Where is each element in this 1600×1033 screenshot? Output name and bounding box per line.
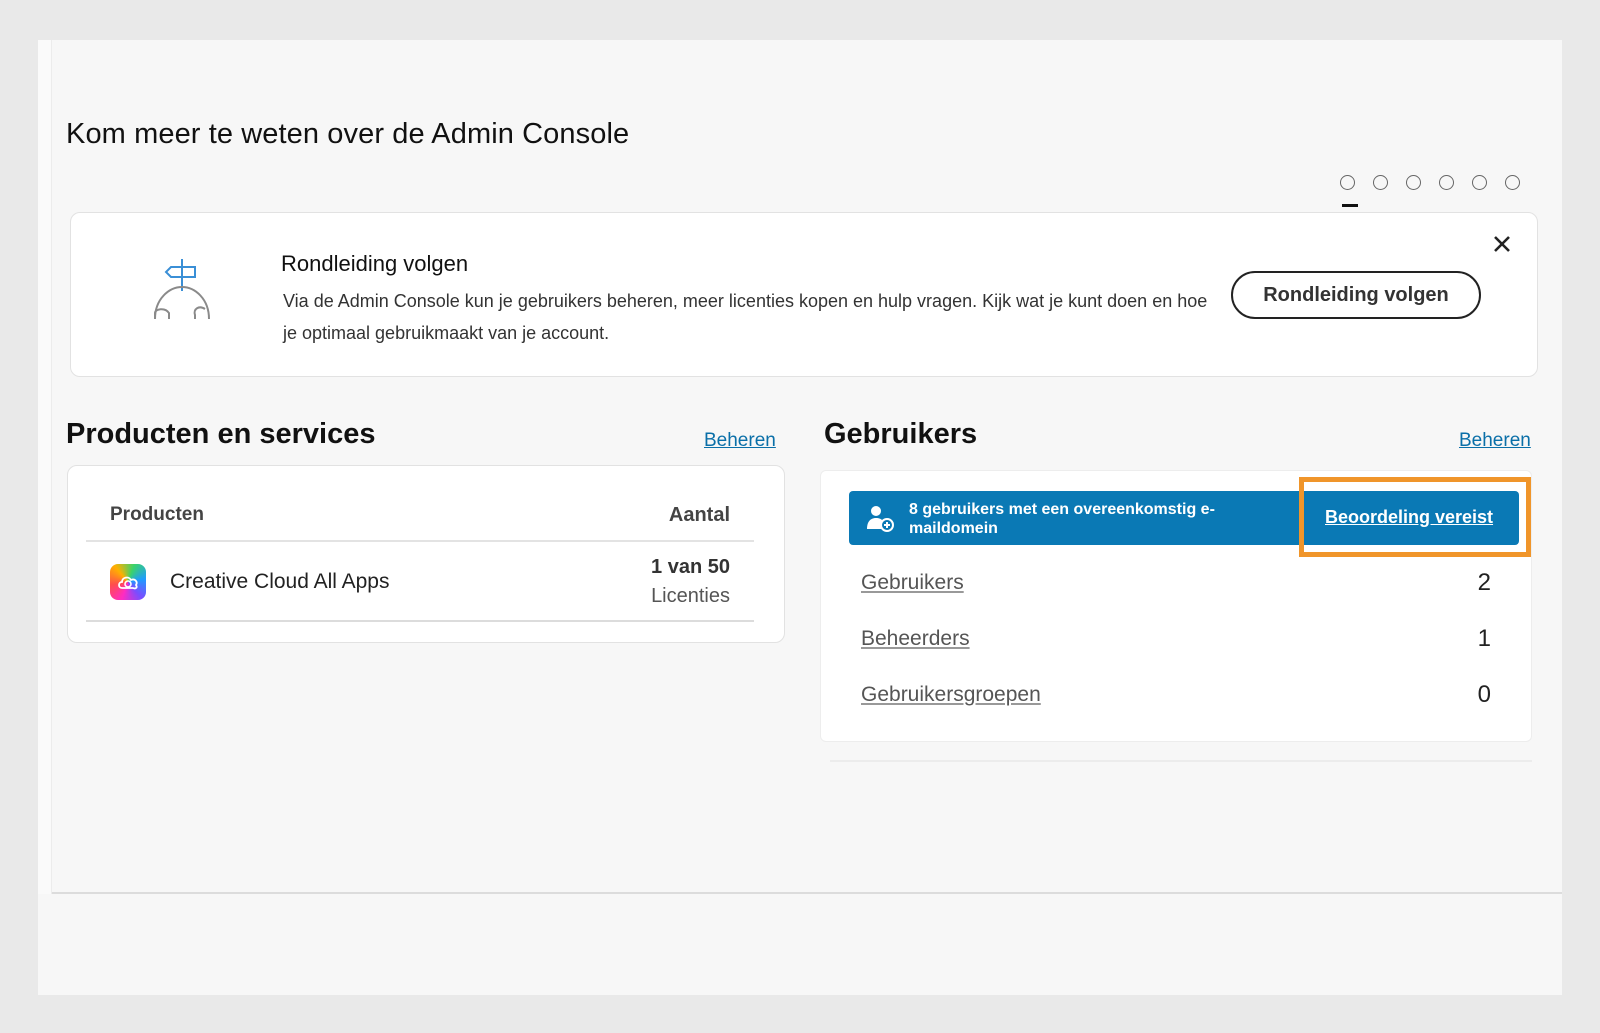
products-table-header: Producten Aantal	[86, 466, 754, 542]
license-unit: Licenties	[651, 585, 730, 607]
products-section-title: Producten en services	[66, 418, 376, 450]
users-count: 2	[1477, 569, 1491, 596]
section-divider	[52, 892, 1562, 894]
license-count: 1 van 50	[651, 556, 730, 578]
domain-match-banner: 8 gebruikers met een overeenkomstig e-ma…	[849, 491, 1519, 545]
admins-count: 1	[1477, 625, 1491, 652]
learn-section-title: Kom meer te weten over de Admin Console	[66, 118, 630, 150]
users-summary-card: 8 gebruikers met een overeenkomstig e-ma…	[820, 470, 1532, 742]
start-tour-button[interactable]: Rondleiding volgen	[1231, 271, 1481, 319]
close-icon	[1494, 236, 1510, 252]
carousel-dot-3[interactable]	[1406, 175, 1421, 190]
carousel-pagination	[1340, 175, 1520, 190]
carousel-dot-2[interactable]	[1373, 175, 1388, 190]
carousel-active-indicator	[1342, 204, 1358, 207]
manage-products-link[interactable]: Beheren	[704, 430, 776, 452]
admins-link[interactable]: Beheerders	[861, 627, 970, 651]
users-link[interactable]: Gebruikers	[861, 571, 964, 595]
table-row[interactable]: Creative Cloud All Apps 1 van 50 Licenti…	[86, 544, 754, 622]
carousel-dot-4[interactable]	[1439, 175, 1454, 190]
tour-card: Rondleiding volgen Via de Admin Console …	[70, 212, 1538, 377]
tour-heading: Rondleiding volgen	[281, 251, 469, 276]
user-groups-link[interactable]: Gebruikersgroepen	[861, 683, 1041, 707]
users-card-divider	[830, 760, 1532, 762]
column-header-amount: Aantal	[668, 504, 730, 526]
list-item[interactable]: Beheerders 1	[861, 623, 1491, 659]
domain-match-text: 8 gebruikers met een overeenkomstig e-ma…	[909, 501, 1215, 537]
carousel-dot-6[interactable]	[1505, 175, 1520, 190]
tour-description: Via de Admin Console kun je gebruikers b…	[283, 291, 1208, 343]
product-name: Creative Cloud All Apps	[170, 570, 390, 593]
column-header-products: Producten	[110, 504, 204, 525]
user-groups-count: 0	[1477, 681, 1491, 708]
users-section-title: Gebruikers	[824, 418, 978, 450]
list-item[interactable]: Gebruikers 2	[861, 567, 1491, 603]
panel-left-edge	[38, 40, 52, 894]
product-quantity: 1 van 50 Licenties	[651, 556, 730, 608]
manage-users-link[interactable]: Beheren	[1459, 430, 1531, 452]
carousel-dot-1[interactable]	[1340, 175, 1355, 190]
close-tour-button[interactable]	[1489, 231, 1515, 257]
add-user-icon	[867, 506, 894, 532]
signpost-icon	[154, 259, 210, 320]
list-item[interactable]: Gebruikersgroepen 0	[861, 679, 1491, 715]
creative-cloud-icon	[110, 564, 146, 600]
carousel-dot-5[interactable]	[1472, 175, 1487, 190]
products-table-card: Producten Aantal Creative Cloud All Apps…	[67, 465, 785, 643]
review-required-link[interactable]: Beoordeling vereist	[1325, 507, 1493, 528]
